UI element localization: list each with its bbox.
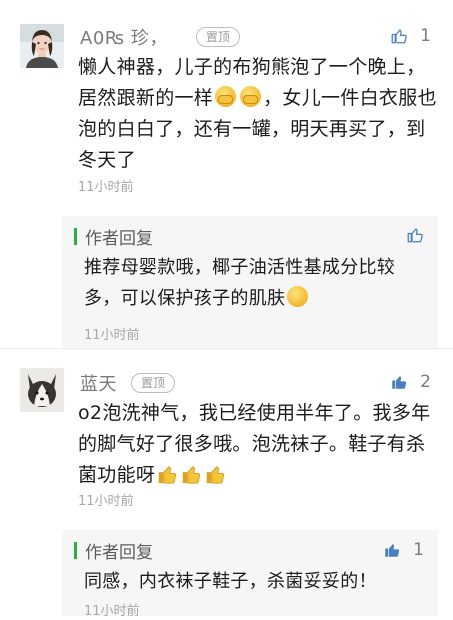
reply-text-content: 推荐母婴款哦，椰子油活性基成分比较多，可以保护孩子的肌肤	[84, 257, 396, 309]
comment-divider	[0, 348, 453, 349]
thumbs-up-outline-icon	[391, 29, 407, 44]
reply-like-button[interactable]	[406, 226, 424, 244]
reply-timestamp: 11小时前	[84, 328, 140, 343]
like-count: 2	[420, 372, 431, 392]
author-reply: 作者回复 1 同感，内衣袜子鞋子，杀菌妥妥的！ 11小时前	[62, 530, 438, 619]
thumbs-up-filled-icon	[385, 544, 400, 557]
thumbs-up-emoji-icon	[158, 466, 177, 484]
comment-timestamp: 11小时前	[78, 180, 134, 195]
thumbs-up-emoji-icon	[182, 466, 201, 484]
reply-text: 同感，内衣袜子鞋子，杀菌妥妥的！	[84, 571, 377, 592]
comment-text-content: o2泡洗神气，我已经使用半年了。我多年的脚气好了很多哦。泡洗袜子。鞋子有杀菌功能…	[78, 402, 431, 486]
reply-title: 作者回复	[85, 228, 153, 249]
reply-like-button[interactable]: 1	[383, 540, 424, 560]
reply-like-count: 1	[413, 540, 424, 560]
like-button[interactable]: 1	[390, 26, 431, 46]
reply-text: 推荐母婴款哦，椰子油活性基成分比较多，可以保护孩子的肌肤	[84, 252, 424, 314]
pinned-badge: 置顶	[195, 27, 240, 47]
reply-title: 作者回复	[85, 542, 153, 563]
reply-timestamp: 11小时前	[84, 604, 140, 619]
woman-portrait-avatar-icon	[20, 24, 64, 68]
thumbs-up-outline-icon	[407, 228, 423, 243]
corgi-dog-avatar-icon	[20, 368, 64, 412]
comment-text: 懒人神器，儿子的布狗熊泡了一个晚上，居然跟新的一样 ，女儿一件白衣服也泡的白白了，…	[78, 52, 438, 176]
thumbs-up-emoji-icon	[206, 466, 225, 484]
avatar[interactable]	[20, 24, 64, 68]
face-with-hands-emoji-icon	[240, 86, 262, 107]
commenter-name[interactable]: A0₨ 珍，	[80, 24, 168, 50]
like-button[interactable]: 2	[390, 372, 431, 392]
reply-accent-bar	[74, 227, 77, 245]
face-with-hands-emoji-icon	[215, 86, 237, 107]
comment-timestamp: 11小时前	[78, 494, 134, 509]
like-count: 1	[420, 26, 431, 46]
reply-accent-bar	[74, 541, 77, 559]
grinning-face-emoji-icon	[287, 286, 309, 307]
pinned-badge: 置顶	[131, 373, 176, 393]
commenter-name[interactable]: 蓝天	[80, 370, 117, 396]
avatar[interactable]	[20, 368, 64, 412]
thumbs-up-filled-icon	[392, 376, 407, 389]
author-reply: 作者回复 推荐母婴款哦，椰子油活性基成分比较多，可以保护孩子的肌肤 11小时前	[62, 216, 438, 350]
comment-text: o2泡洗神气，我已经使用半年了。我多年的脚气好了很多哦。泡洗袜子。鞋子有杀菌功能…	[78, 398, 438, 491]
